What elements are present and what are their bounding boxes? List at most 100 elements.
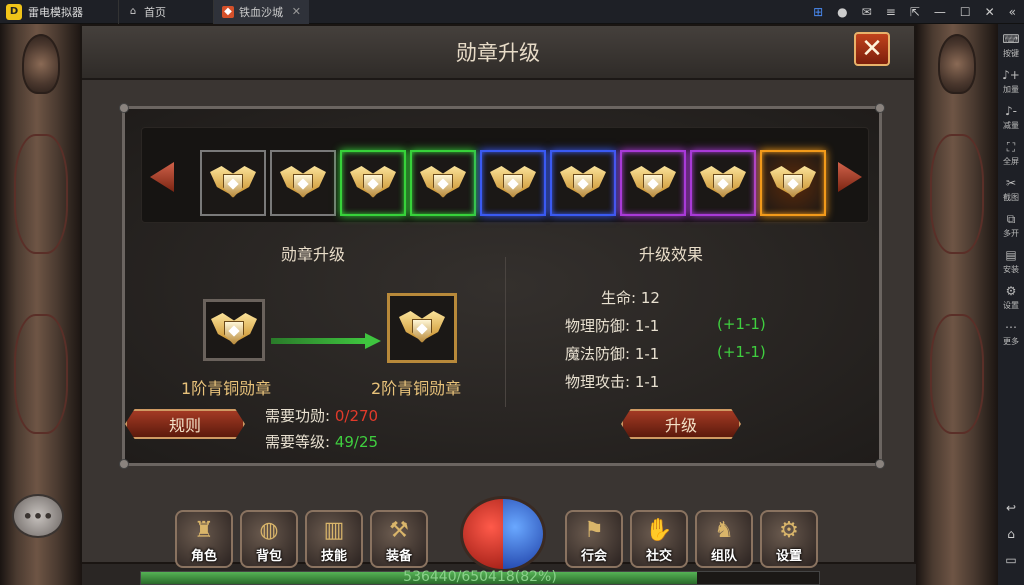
strip-prev-arrow[interactable] xyxy=(150,162,174,192)
pillar-ornament xyxy=(930,314,984,434)
sidebar-item-install[interactable]: ▤ 安装 xyxy=(1003,248,1019,275)
gamepad-icon[interactable]: ⊞ xyxy=(813,5,823,19)
hud-bottom-bar: ♜ 角色 ◍ 背包 ▥ 技能 ⚒ 装备 ⚑ 行会 ✋ 社交 ♞ 组队 ⚙ 设置 536440/6… xyxy=(0,496,998,585)
medal-icon xyxy=(280,160,326,206)
sidebar-label: 减量 xyxy=(1003,121,1019,130)
tab-game[interactable]: ◆ 铁血沙城 ✕ xyxy=(213,0,309,24)
tab-home[interactable]: ⌂ 首页 xyxy=(118,0,213,24)
experience-text: 536440/650418(82%) xyxy=(403,569,557,585)
hud-button-label: 行会 xyxy=(580,549,607,564)
hammer-icon: ⚒ xyxy=(389,518,409,543)
sidebar-label: 安装 xyxy=(1003,265,1019,274)
medal-strip-slot[interactable] xyxy=(550,150,616,216)
from-medal-name: 1阶青铜勋章 xyxy=(181,379,272,398)
sidebar-label: 截图 xyxy=(1003,193,1019,202)
medal-icon xyxy=(770,160,816,206)
medal-icon xyxy=(560,160,606,206)
maximize-icon[interactable]: ☐ xyxy=(960,5,971,19)
medal-strip-slot[interactable] xyxy=(200,150,266,216)
hud-social-button[interactable]: ✋ 社交 xyxy=(630,510,688,568)
sidebar-item-more[interactable]: ⋯ 更多 xyxy=(1003,320,1019,347)
medal-strip-slot[interactable] xyxy=(270,150,336,216)
hud-bag-button[interactable]: ◍ 背包 xyxy=(240,510,298,568)
game-viewport: 勋章升级 ✕ 勋章升级 1阶青铜勋章 2阶青铜勋章 升级效果 生命: 12 物理… xyxy=(0,24,998,585)
rivet xyxy=(875,103,885,113)
medal-icon xyxy=(420,160,466,206)
stat-label: 魔法防御: xyxy=(565,345,631,363)
hud-team-button[interactable]: ♞ 组队 xyxy=(695,510,753,568)
home-icon: ⌂ xyxy=(129,6,137,17)
keyboard-icon: ⌨ xyxy=(1002,32,1020,46)
skill-book-icon: ▥ xyxy=(323,518,345,543)
sidebar-label: 按键 xyxy=(1002,49,1019,58)
merit-requirement: 需要功勋: 0/270 xyxy=(265,405,378,426)
menu-icon[interactable]: ≡ xyxy=(886,5,896,19)
medal-icon xyxy=(399,305,445,351)
pillar-ornament xyxy=(14,134,68,254)
medal-strip-slot[interactable] xyxy=(690,150,756,216)
collapse-icon[interactable]: « xyxy=(1009,5,1016,19)
sidebar-item-screenshot[interactable]: ✂ 截图 xyxy=(1003,176,1019,203)
emulator-app-title: 雷电模拟器 xyxy=(28,5,83,19)
stat-value: 1-1 xyxy=(634,317,660,335)
dialog-close-button[interactable]: ✕ xyxy=(854,32,890,66)
upgrade-button[interactable]: 升级 xyxy=(621,409,741,439)
sidebar-item-multi[interactable]: ⧉ 多开 xyxy=(1003,212,1019,239)
sidebar-label: 全屏 xyxy=(1003,157,1019,166)
more-icon: ⋯ xyxy=(1005,320,1017,334)
hud-settings-button[interactable]: ⚙ 设置 xyxy=(760,510,818,568)
hud-button-label: 社交 xyxy=(645,549,672,564)
sidebar-item-volume-up[interactable]: ♪+ 加量 xyxy=(1002,68,1020,95)
minimize-icon[interactable]: — xyxy=(934,5,946,19)
hud-button-label: 设置 xyxy=(775,549,802,564)
scissors-icon: ✂ xyxy=(1005,176,1017,190)
stat-value: 1-1 xyxy=(634,373,660,391)
merit-value: 0/270 xyxy=(334,407,379,425)
team-icon: ♞ xyxy=(714,518,734,543)
medal-strip-slot[interactable] xyxy=(760,150,826,216)
tab-close-icon[interactable]: ✕ xyxy=(292,5,301,18)
upgrade-arrow-icon xyxy=(271,333,381,349)
merit-label: 需要功勋: xyxy=(265,407,331,425)
hud-equip-button[interactable]: ⚒ 装备 xyxy=(370,510,428,568)
hud-button-label: 背包 xyxy=(255,549,282,564)
medal-strip-slot[interactable] xyxy=(340,150,406,216)
hud-character-button[interactable]: ♜ 角色 xyxy=(175,510,233,568)
medal-strip-slot[interactable] xyxy=(480,150,546,216)
strip-next-arrow[interactable] xyxy=(838,162,862,192)
bag-icon: ◍ xyxy=(259,518,279,543)
back-icon[interactable]: ↩ xyxy=(1006,501,1016,515)
medal-strip-slot[interactable] xyxy=(620,150,686,216)
hp-mp-orb xyxy=(460,496,546,572)
apk-install-icon: ▤ xyxy=(1005,248,1017,262)
sidebar-item-settings[interactable]: ⚙ 设置 xyxy=(1003,284,1019,311)
medal-icon xyxy=(210,160,256,206)
recent-apps-icon[interactable]: ▭ xyxy=(1005,553,1016,567)
emulator-sidebar: ⌨ 按键 ♪+ 加量 ♪- 减量 ⛶ 全屏 ✂ 截图 ⧉ 多开 ▤ 安装 ⚙ 设置 ⋯ 更多 ↩ … xyxy=(998,24,1024,585)
close-icon[interactable]: ✕ xyxy=(985,5,995,19)
pillar-ornament xyxy=(22,34,60,94)
sidebar-item-keys[interactable]: ⌨ 按键 xyxy=(1002,32,1019,59)
emulator-logo-icon: D xyxy=(6,3,22,20)
medal-strip xyxy=(141,127,869,223)
fullscreen-icon: ⛶ xyxy=(1006,140,1016,154)
mp-orb-half xyxy=(503,499,543,569)
android-nav: ↩ ⌂ ▭ xyxy=(1005,501,1016,567)
to-medal-slot[interactable] xyxy=(387,293,457,363)
external-icon[interactable]: ⇱ xyxy=(910,5,920,19)
hud-skill-button[interactable]: ▥ 技能 xyxy=(305,510,363,568)
stat-label: 物理攻击: xyxy=(565,373,631,391)
stat-value: 1-1 xyxy=(634,345,660,363)
mail-icon[interactable]: ✉ xyxy=(862,5,872,19)
sidebar-item-volume-down[interactable]: ♪- 减量 xyxy=(1003,104,1019,131)
from-medal-slot[interactable] xyxy=(203,299,265,361)
emulator-titlebar: D 雷电模拟器 ⌂ 首页 ◆ 铁血沙城 ✕ ⊞ ● ✉ ≡ ⇱ — ☐ ✕ « xyxy=(0,0,1024,24)
section-divider xyxy=(505,257,506,407)
sidebar-item-fullscreen[interactable]: ⛶ 全屏 xyxy=(1003,140,1019,167)
user-icon[interactable]: ● xyxy=(837,5,847,19)
hud-guild-button[interactable]: ⚑ 行会 xyxy=(565,510,623,568)
medal-strip-slot[interactable] xyxy=(410,150,476,216)
home-icon[interactable]: ⌂ xyxy=(1007,527,1015,541)
dialog-title: 勋章升级 xyxy=(82,26,914,80)
rules-button[interactable]: 规则 xyxy=(125,409,245,439)
